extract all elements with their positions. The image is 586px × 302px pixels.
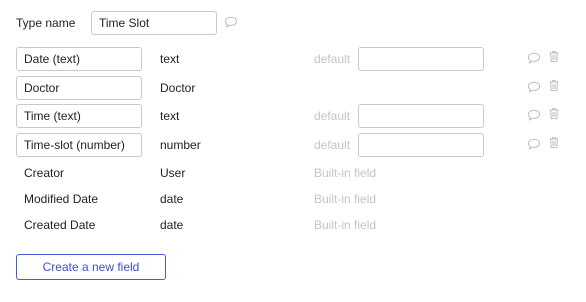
- trash-icon[interactable]: [548, 136, 560, 149]
- default-value-input[interactable]: [358, 104, 484, 128]
- comment-icon[interactable]: [224, 16, 238, 28]
- builtin-field-note: Built-in field: [314, 166, 377, 180]
- builtin-field-name: Modified Date: [24, 192, 99, 206]
- default-value-input[interactable]: [358, 47, 484, 71]
- field-type: text: [160, 52, 180, 66]
- default-label: default: [314, 109, 351, 123]
- field-name-input[interactable]: [16, 47, 142, 71]
- field-name-input[interactable]: [16, 133, 142, 157]
- comment-icon[interactable]: [527, 52, 541, 64]
- builtin-field-type: User: [160, 166, 186, 180]
- trash-icon[interactable]: [548, 79, 560, 92]
- builtin-field-note: Built-in field: [314, 192, 377, 206]
- field-name-input[interactable]: [16, 76, 142, 100]
- builtin-field-type: date: [160, 218, 184, 232]
- comment-icon[interactable]: [527, 138, 541, 150]
- field-type: Doctor: [160, 81, 196, 95]
- field-type: text: [160, 109, 180, 123]
- comment-icon[interactable]: [527, 81, 541, 93]
- builtin-field-name: Created Date: [24, 218, 96, 232]
- default-label: default: [314, 52, 351, 66]
- default-value-input[interactable]: [358, 133, 484, 157]
- trash-icon[interactable]: [548, 50, 560, 63]
- builtin-field-name: Creator: [24, 166, 65, 180]
- trash-icon[interactable]: [548, 107, 560, 120]
- type-name-input[interactable]: [91, 11, 217, 35]
- field-type: number: [160, 138, 201, 152]
- comment-icon[interactable]: [527, 109, 541, 121]
- default-label: default: [314, 138, 351, 152]
- builtin-field-note: Built-in field: [314, 218, 377, 232]
- type-name-label: Type name: [16, 16, 76, 30]
- create-new-field-button[interactable]: Create a new field: [16, 254, 166, 280]
- builtin-field-type: date: [160, 192, 184, 206]
- field-name-input[interactable]: [16, 104, 142, 128]
